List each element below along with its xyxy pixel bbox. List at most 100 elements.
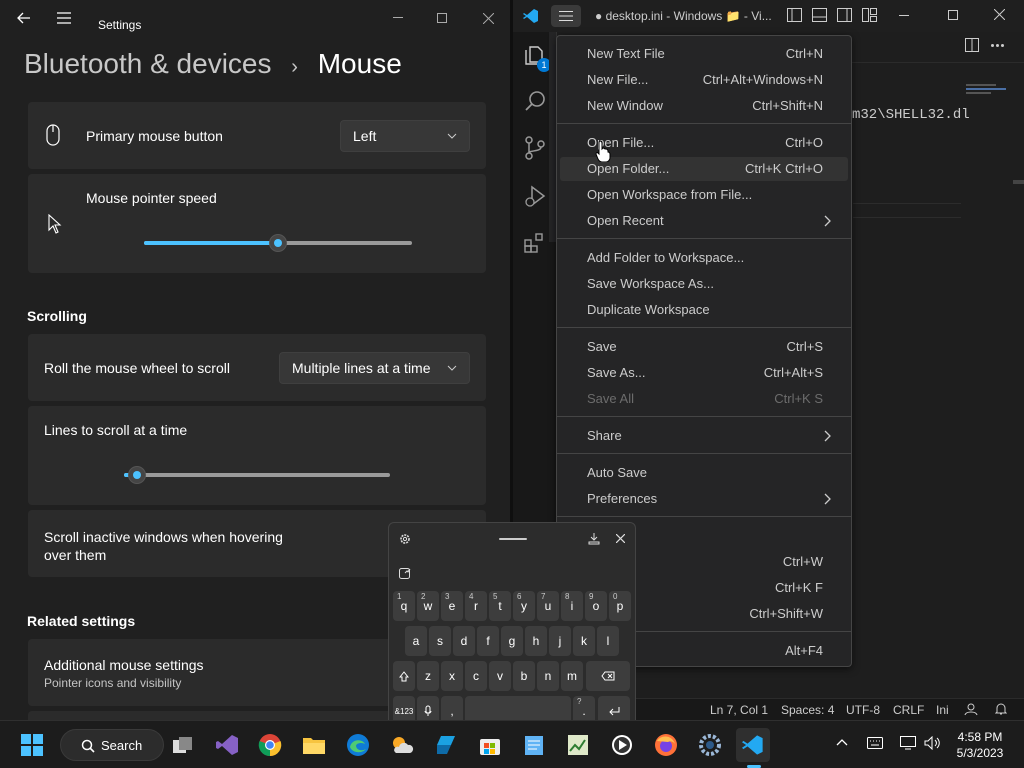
key-p[interactable]: 0p: [609, 591, 631, 621]
minimize-icon[interactable]: [899, 15, 909, 16]
status-encoding[interactable]: UTF-8: [846, 703, 880, 717]
status-position[interactable]: Ln 7, Col 1: [710, 703, 768, 717]
vscode-taskbar-icon[interactable]: [736, 728, 770, 762]
key-u[interactable]: 7u: [537, 591, 559, 621]
keyboard-icon[interactable]: [867, 737, 883, 749]
status-language[interactable]: Ini: [936, 703, 949, 717]
key-e[interactable]: 3e: [441, 591, 463, 621]
menu-item[interactable]: Open Workspace from File...: [560, 183, 848, 207]
chrome-icon[interactable]: [253, 728, 287, 762]
menu-item[interactable]: New Window Ctrl+Shift+N: [560, 94, 848, 118]
key-x[interactable]: x: [441, 661, 463, 691]
taskbar-search-box[interactable]: Search: [60, 729, 164, 761]
menu-item[interactable]: Share: [560, 424, 848, 448]
settings-gear-icon[interactable]: [693, 728, 727, 762]
menu-item[interactable]: Open Recent: [560, 209, 848, 233]
editor-scrollbar[interactable]: [1013, 180, 1024, 184]
search-icon[interactable]: [524, 90, 546, 112]
key-l[interactable]: l: [597, 626, 619, 656]
menu-item[interactable]: New Text File Ctrl+N: [560, 42, 848, 66]
key-r[interactable]: 4r: [465, 591, 487, 621]
keyboard-close-icon[interactable]: [616, 534, 625, 543]
close-icon[interactable]: [478, 8, 498, 28]
microsoft-store-icon[interactable]: [473, 728, 507, 762]
extensions-icon[interactable]: [524, 232, 546, 254]
key-a[interactable]: a: [405, 626, 427, 656]
key-w[interactable]: 2w: [417, 591, 439, 621]
shift-key[interactable]: [393, 661, 415, 691]
task-view-icon[interactable]: [166, 728, 200, 762]
key-i[interactable]: 8i: [561, 591, 583, 621]
notifications-bell-icon[interactable]: [995, 702, 1007, 716]
keyboard-drag-handle[interactable]: [499, 538, 527, 540]
keyboard-settings-gear-icon[interactable]: [399, 533, 411, 545]
key-d[interactable]: d: [453, 626, 475, 656]
firefox-icon[interactable]: [649, 728, 683, 762]
key-j[interactable]: j: [549, 626, 571, 656]
breadcrumb-parent[interactable]: Bluetooth & devices: [24, 48, 272, 79]
maximize-icon[interactable]: [432, 8, 452, 28]
visual-studio-icon[interactable]: [210, 728, 244, 762]
menu-item[interactable]: Save As... Ctrl+Alt+S: [560, 361, 848, 385]
status-eol[interactable]: CRLF: [893, 703, 924, 717]
menu-item[interactable]: Duplicate Workspace: [560, 298, 848, 322]
menu-item[interactable]: Add Folder to Workspace...: [560, 246, 848, 270]
display-icon[interactable]: [900, 736, 916, 750]
minimap[interactable]: [966, 84, 1010, 102]
roll-wheel-dropdown[interactable]: Multiple lines at a time: [279, 352, 470, 384]
pointer-speed-slider[interactable]: [144, 234, 412, 252]
key-v[interactable]: v: [489, 661, 511, 691]
menu-item[interactable]: New File... Ctrl+Alt+Windows+N: [560, 68, 848, 92]
key-b[interactable]: b: [513, 661, 535, 691]
lines-to-scroll-thumb[interactable]: [128, 466, 147, 484]
backspace-key[interactable]: [586, 661, 630, 691]
toggle-secondary-sidebar-icon[interactable]: [837, 8, 852, 22]
photos-chart-icon[interactable]: [561, 728, 595, 762]
key-z[interactable]: z: [417, 661, 439, 691]
key-o[interactable]: 9o: [585, 591, 607, 621]
pointer-speed-thumb[interactable]: [269, 234, 287, 252]
toggle-panel-icon[interactable]: [812, 8, 827, 22]
menu-item[interactable]: Preferences: [560, 487, 848, 511]
run-debug-icon[interactable]: [524, 184, 546, 208]
weather-icon[interactable]: [385, 728, 419, 762]
minimize-icon[interactable]: [388, 8, 408, 28]
close-icon[interactable]: [994, 9, 1005, 20]
key-n[interactable]: n: [537, 661, 559, 691]
clock[interactable]: 4:58 PM 5/3/2023: [952, 729, 1008, 761]
key-g[interactable]: g: [501, 626, 523, 656]
source-control-icon[interactable]: [524, 136, 546, 160]
notepad-icon[interactable]: [517, 728, 551, 762]
toggle-sidebar-icon[interactable]: [787, 8, 802, 22]
edge-icon[interactable]: [341, 728, 375, 762]
key-k[interactable]: k: [573, 626, 595, 656]
menu-item[interactable]: Auto Save: [560, 461, 848, 485]
key-m[interactable]: m: [561, 661, 583, 691]
back-arrow-icon[interactable]: [14, 8, 34, 28]
key-y[interactable]: 6y: [513, 591, 535, 621]
media-player-icon[interactable]: [605, 728, 639, 762]
key-q[interactable]: 1q: [393, 591, 415, 621]
menu-button[interactable]: [551, 5, 581, 27]
key-t[interactable]: 5t: [489, 591, 511, 621]
key-s[interactable]: s: [429, 626, 451, 656]
lines-to-scroll-slider[interactable]: [124, 466, 390, 484]
chevron-up-icon[interactable]: [836, 738, 848, 746]
customize-layout-icon[interactable]: [862, 8, 877, 22]
key-h[interactable]: h: [525, 626, 547, 656]
accounts-icon[interactable]: [964, 702, 978, 716]
menu-item[interactable]: Save Ctrl+S: [560, 335, 848, 359]
key-f[interactable]: f: [477, 626, 499, 656]
file-explorer-icon[interactable]: [297, 728, 331, 762]
maximize-icon[interactable]: [948, 10, 958, 20]
emoji-clipboard-icon[interactable]: [399, 567, 411, 579]
key-c[interactable]: c: [465, 661, 487, 691]
more-actions-icon[interactable]: [991, 44, 1004, 47]
blue-app-icon[interactable]: [429, 728, 463, 762]
start-windows-icon[interactable]: [15, 728, 49, 762]
explorer-icon[interactable]: 1: [523, 44, 551, 72]
keyboard-dock-icon[interactable]: [588, 533, 600, 545]
volume-icon[interactable]: [924, 736, 942, 750]
primary-button-dropdown[interactable]: Left: [340, 120, 470, 152]
status-spaces[interactable]: Spaces: 4: [781, 703, 834, 717]
